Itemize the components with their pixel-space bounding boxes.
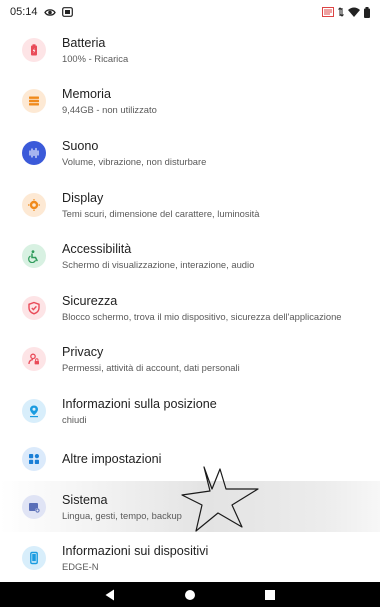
location-icon bbox=[22, 398, 46, 423]
screen-record-icon bbox=[61, 7, 73, 17]
settings-item-subtitle: Temi scuri, dimensione del carattere, lu… bbox=[62, 207, 260, 219]
settings-item-system[interactable]: Sistema Lingua, gesti, tempo, backup bbox=[0, 480, 380, 533]
settings-item-subtitle: Schermo di visualizzazione, interazione,… bbox=[62, 259, 255, 271]
settings-item-subtitle: Lingua, gesti, tempo, backup bbox=[62, 509, 182, 521]
nfc-icon bbox=[322, 7, 334, 17]
accessibility-icon bbox=[22, 244, 46, 269]
recents-icon[interactable] bbox=[255, 582, 285, 607]
settings-item-subtitle: 100% - Ricarica bbox=[62, 52, 129, 64]
shield-icon bbox=[22, 295, 46, 320]
privacy-icon bbox=[22, 347, 46, 372]
settings-item-title: Privacy bbox=[62, 345, 104, 360]
home-icon[interactable] bbox=[175, 582, 205, 607]
settings-item-subtitle: chiudi bbox=[62, 413, 87, 425]
back-icon[interactable] bbox=[95, 582, 125, 607]
settings-item-subtitle: 9,44GB - non utilizzato bbox=[62, 104, 157, 116]
device-icon bbox=[22, 546, 46, 571]
settings-item-battery[interactable]: Batteria 100% - Ricarica bbox=[0, 24, 380, 76]
settings-item-location[interactable]: Informazioni sulla posizione chiudi bbox=[0, 385, 380, 437]
settings-list: Batteria 100% - Ricarica Memoria 9,44GB … bbox=[0, 24, 380, 584]
display-icon bbox=[22, 192, 46, 217]
settings-item-privacy[interactable]: Privacy Permessi, attività di account, d… bbox=[0, 334, 380, 386]
settings-item-device[interactable]: Informazioni sui dispositivi EDGE-N bbox=[0, 532, 380, 584]
settings-item-accessibility[interactable]: Accessibilità Schermo di visualizzazione… bbox=[0, 230, 380, 282]
settings-item-security[interactable]: Sicurezza Blocco schermo, trova il mio d… bbox=[0, 282, 380, 334]
system-icon bbox=[22, 494, 46, 519]
settings-item-more[interactable]: Altre impostazioni bbox=[0, 437, 380, 481]
wifi-icon bbox=[348, 7, 360, 17]
sound-icon bbox=[22, 140, 46, 165]
settings-item-subtitle: Blocco schermo, trova il mio dispositivo… bbox=[62, 310, 342, 322]
storage-icon bbox=[22, 89, 46, 114]
settings-item-display[interactable]: Display Temi scuri, dimensione del carat… bbox=[0, 179, 380, 231]
settings-item-title: Memoria bbox=[62, 87, 111, 102]
settings-item-title: Accessibilità bbox=[62, 242, 132, 257]
navigation-bar bbox=[0, 582, 380, 607]
battery-icon bbox=[22, 37, 46, 62]
settings-item-subtitle: Volume, vibrazione, non disturbare bbox=[62, 155, 207, 167]
settings-item-storage[interactable]: Memoria 9,44GB - non utilizzato bbox=[0, 76, 380, 128]
settings-item-title: Altre impostazioni bbox=[62, 451, 162, 466]
settings-item-subtitle: EDGE-N bbox=[62, 561, 99, 573]
battery-icon bbox=[364, 6, 370, 18]
settings-item-title: Display bbox=[62, 190, 104, 205]
settings-item-title: Informazioni sulla posizione bbox=[62, 396, 217, 411]
eye-icon bbox=[43, 8, 56, 17]
status-bar: 05:14 bbox=[0, 0, 380, 24]
status-time: 05:14 bbox=[10, 6, 38, 18]
settings-item-title: Sicurezza bbox=[62, 293, 118, 308]
settings-item-title: Sistema bbox=[62, 492, 108, 507]
settings-item-title: Batteria bbox=[62, 35, 106, 50]
settings-item-title: Informazioni sui dispositivi bbox=[62, 544, 209, 559]
settings-item-subtitle: Permessi, attività di account, dati pers… bbox=[62, 362, 240, 374]
settings-item-title: Suono bbox=[62, 138, 99, 153]
more-settings-icon bbox=[22, 446, 46, 471]
settings-item-sound[interactable]: Suono Volume, vibrazione, non disturbare bbox=[0, 127, 380, 179]
data-arrows-icon bbox=[338, 7, 344, 17]
